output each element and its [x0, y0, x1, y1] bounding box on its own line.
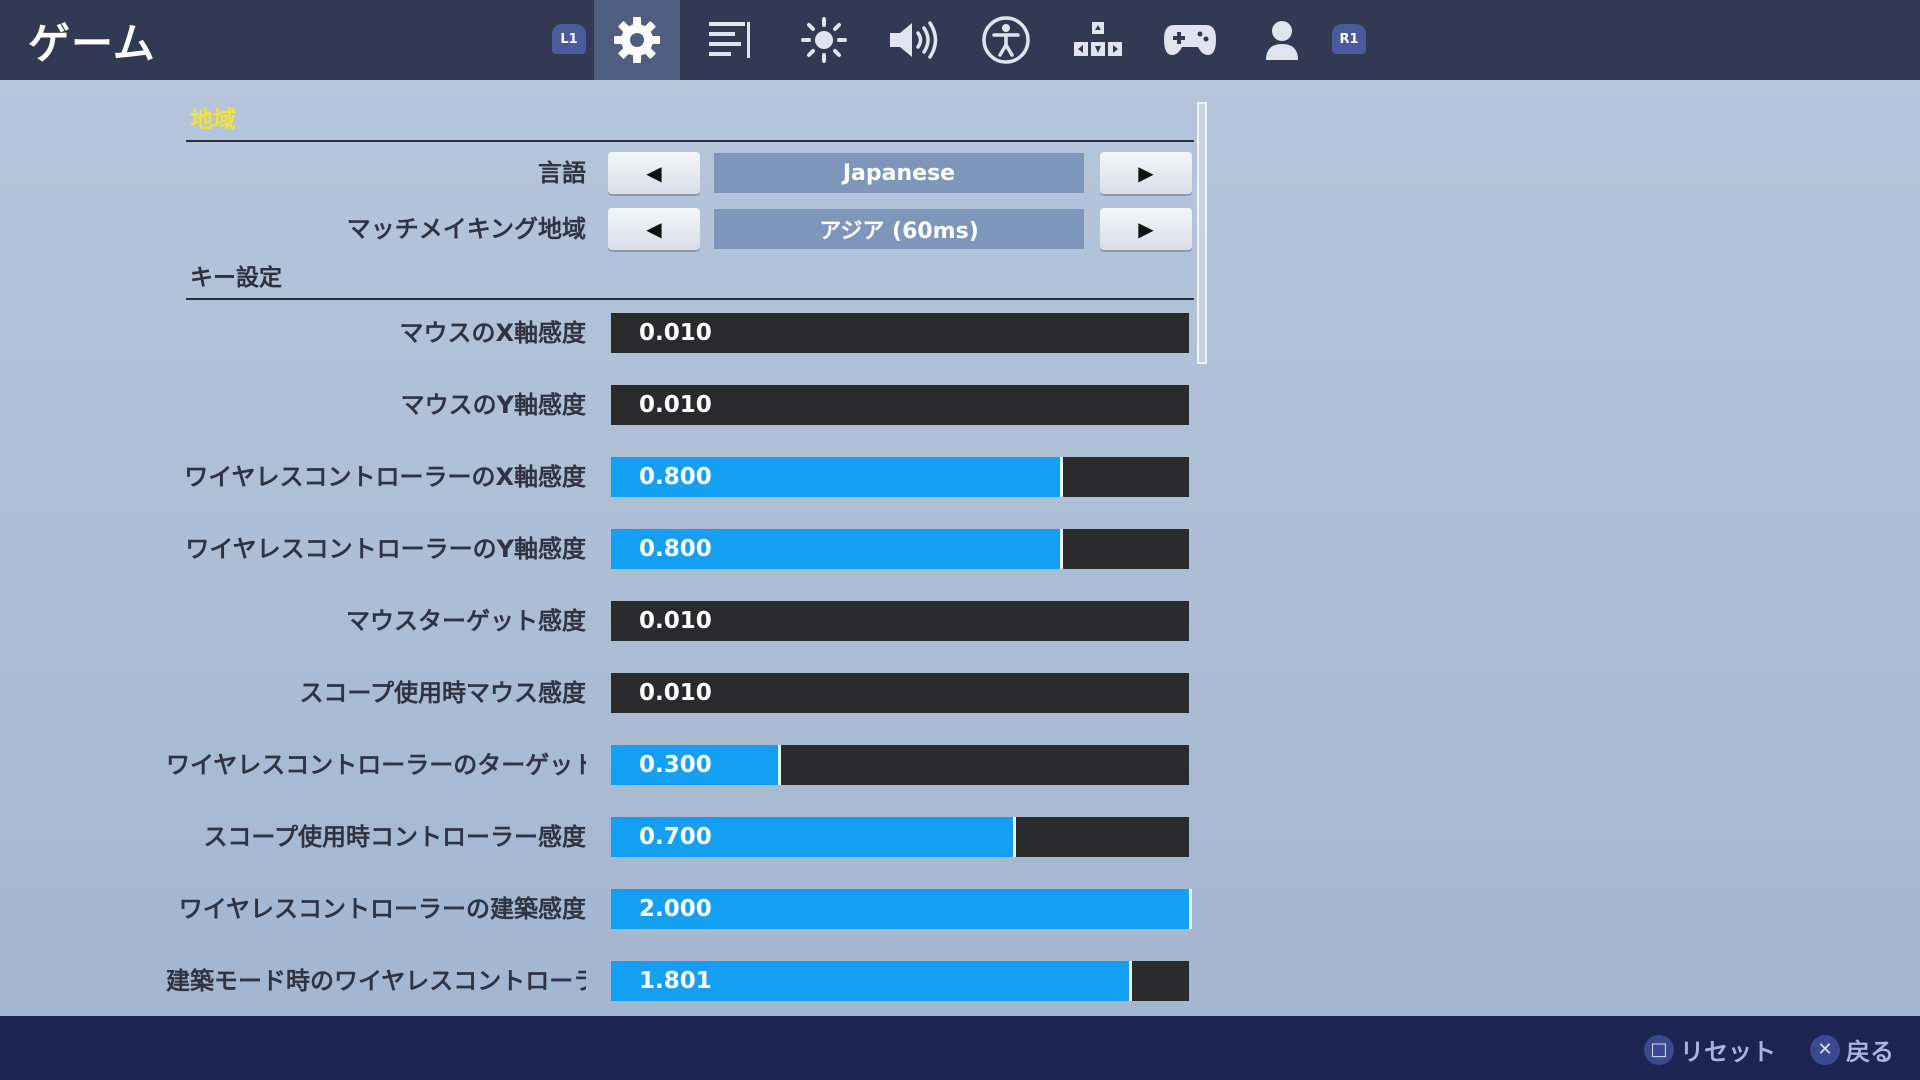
top-bar: ゲーム L1 R1	[0, 0, 1920, 80]
language-prev-button[interactable]: ◀	[608, 152, 700, 194]
square-button-icon: □	[1644, 1034, 1674, 1065]
slider-value: 2.000	[639, 896, 712, 922]
slider-value: 0.010	[639, 608, 712, 634]
r1-button-icon: R1	[1332, 24, 1366, 54]
matchmaking-value: アジア (60ms)	[714, 209, 1084, 249]
language-value: Japanese	[714, 153, 1084, 193]
tab-prev-l1[interactable]: L1	[548, 0, 592, 80]
tab-controller[interactable]	[1150, 0, 1230, 80]
slider-controller-x[interactable]: 0.800	[611, 457, 1189, 497]
slider-label: ワイヤレスコントローラーのターゲット感度	[166, 751, 586, 779]
slider-mouse-targeting[interactable]: 0.010	[611, 601, 1189, 641]
section-keys-header: キー設定	[186, 258, 1194, 300]
page-title: ゲーム	[28, 19, 156, 68]
tab-input[interactable]	[1058, 0, 1138, 80]
cross-button-icon: ✕	[1810, 1034, 1840, 1065]
settings-panel: 地域 言語 ◀ Japanese ▶ マッチメイキング地域 ◀ アジア (60m…	[0, 80, 1920, 1016]
user-icon	[1266, 21, 1298, 60]
tab-next-r1[interactable]: R1	[1328, 0, 1372, 80]
slider-value: 0.010	[639, 320, 712, 346]
slider-label: スコープ使用時マウス感度	[299, 679, 586, 707]
gear-icon	[614, 17, 660, 63]
slider-label: ワイヤレスコントローラーのX軸感度	[184, 463, 586, 491]
slider-mouse-x[interactable]: 0.010	[611, 313, 1189, 353]
slider-label: スコープ使用時コントローラー感度	[203, 823, 586, 851]
speaker-icon	[890, 21, 938, 59]
slider-controller-build[interactable]: 2.000	[611, 889, 1192, 929]
list-icon	[709, 22, 750, 58]
gamepad-icon	[1164, 25, 1216, 55]
tab-hud[interactable]	[690, 0, 770, 80]
matchmaking-label: マッチメイキング地域	[346, 215, 586, 243]
scrollbar[interactable]	[1197, 102, 1207, 364]
bottom-bar: □ リセット ✕ 戻る	[0, 1016, 1920, 1080]
tab-accessibility[interactable]	[966, 0, 1046, 80]
language-next-button[interactable]: ▶	[1100, 152, 1192, 194]
reset-button[interactable]: □ リセット	[1644, 1032, 1776, 1067]
matchmaking-next-button[interactable]: ▶	[1100, 208, 1192, 250]
slider-mouse-y[interactable]: 0.010	[611, 385, 1189, 425]
slider-value: 0.700	[639, 824, 712, 850]
back-button[interactable]: ✕ 戻る	[1810, 1032, 1894, 1067]
tab-video[interactable]	[784, 0, 864, 80]
slider-label: ワイヤレスコントローラーの建築感度	[178, 895, 586, 923]
slider-mouse-scope[interactable]: 0.010	[611, 673, 1189, 713]
slider-controller-y[interactable]: 0.800	[611, 529, 1189, 569]
language-label: 言語	[538, 159, 586, 187]
brightness-icon	[801, 17, 847, 63]
section-region-title: 地域	[190, 107, 236, 133]
arrow-left-icon: ◀	[646, 161, 662, 185]
slider-value: 0.010	[639, 392, 712, 418]
accessibility-icon	[982, 16, 1030, 64]
slider-label: 建築モード時のワイヤレスコントローラー感度	[166, 967, 586, 995]
section-keys-title: キー設定	[190, 265, 282, 291]
back-label: 戻る	[1846, 1038, 1894, 1066]
l1-button-icon: L1	[552, 24, 586, 54]
arrow-right-icon: ▶	[1138, 161, 1154, 185]
arrow-left-icon: ◀	[646, 217, 662, 241]
slider-controller-targeting[interactable]: 0.300	[611, 745, 1189, 785]
input-keys-icon	[1074, 22, 1122, 56]
arrow-right-icon: ▶	[1138, 217, 1154, 241]
matchmaking-prev-button[interactable]: ◀	[608, 208, 700, 250]
slider-label: マウスターゲット感度	[346, 607, 586, 635]
slider-label: マウスのY軸感度	[400, 391, 586, 419]
slider-label: マウスのX軸感度	[399, 319, 586, 347]
slider-value: 1.801	[639, 968, 712, 994]
slider-controller-scope[interactable]: 0.700	[611, 817, 1189, 857]
reset-label: リセット	[1680, 1038, 1776, 1066]
slider-controller-edit[interactable]: 1.801	[611, 961, 1189, 1001]
slider-value: 0.010	[639, 680, 712, 706]
section-region-header: 地域	[186, 100, 1194, 142]
tab-game-settings[interactable]	[594, 0, 680, 80]
slider-label: ワイヤレスコントローラーのY軸感度	[185, 535, 586, 563]
slider-value: 0.800	[639, 536, 712, 562]
slider-value: 0.300	[639, 752, 712, 778]
tab-audio[interactable]	[874, 0, 954, 80]
tab-account[interactable]	[1242, 0, 1322, 80]
slider-value: 0.800	[639, 464, 712, 490]
